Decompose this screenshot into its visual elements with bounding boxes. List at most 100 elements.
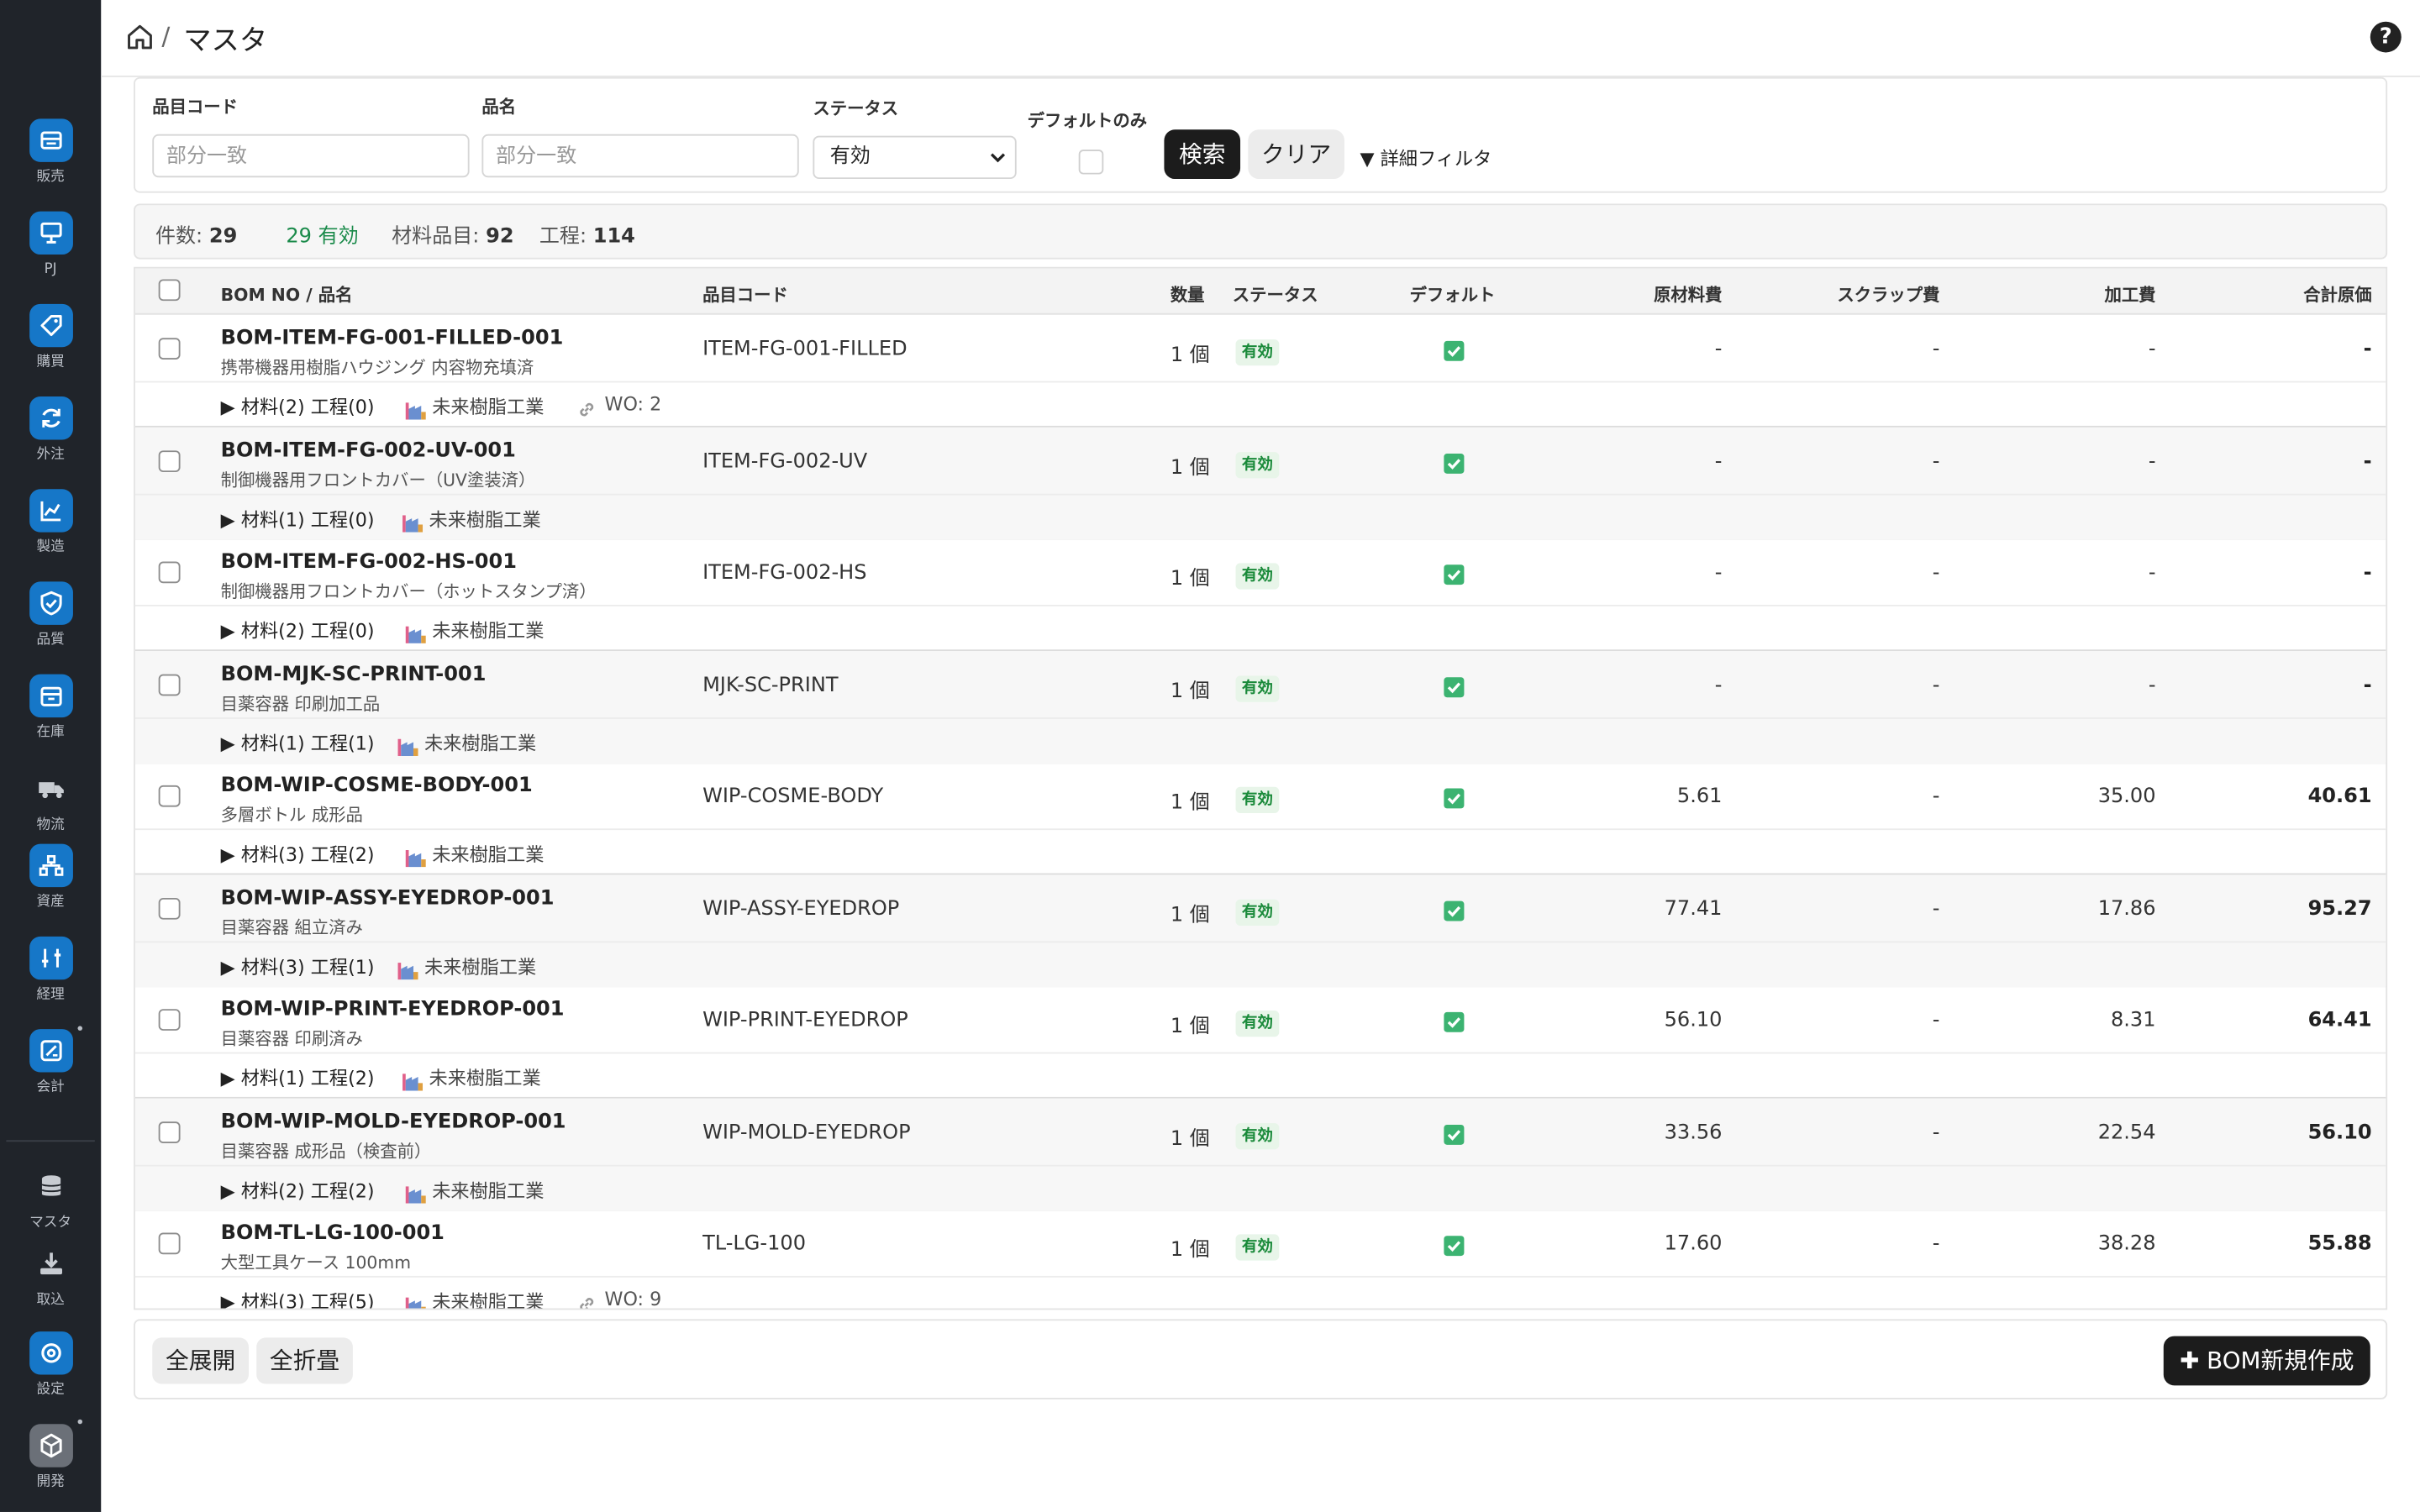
sidebar-item-3[interactable]: 外注: [0, 396, 101, 483]
truck-icon: [29, 767, 72, 810]
supplier-name: 未来樹脂工業: [432, 396, 544, 418]
page-title: マスタ: [183, 24, 268, 57]
sidebar-item-10[interactable]: 会計: [0, 1029, 101, 1116]
total-cost: -: [2363, 673, 2372, 697]
row-checkbox[interactable]: [158, 1009, 181, 1031]
row-detail: ▶ 材料(3) 工程(5) 未来樹脂工業 WO: 9: [134, 1275, 2386, 1310]
quantity: 1 個: [1170, 680, 1210, 703]
work-order-count[interactable]: WO: 2: [605, 393, 662, 415]
header: / マスタ ?: [101, 0, 2420, 77]
sidebar-item-label: 購買: [36, 354, 65, 370]
advanced-filter-toggle[interactable]: ▼ 詳細フィルタ: [1360, 145, 1491, 171]
sidebar-item-14[interactable]: 開発: [0, 1424, 101, 1510]
sidebar-item-4[interactable]: 製造: [0, 489, 101, 575]
table-row: BOM-TL-LG-100-001 大型工具ケース 100mm TL-LG-100 1…: [134, 1210, 2386, 1310]
bom-number[interactable]: BOM-WIP-COSME-BODY-001: [221, 774, 533, 798]
row-checkbox[interactable]: [158, 1121, 181, 1143]
row-expand-toggle[interactable]: ▶ 材料(3) 工程(5): [221, 1289, 375, 1308]
sidebar-item-11[interactable]: マスタ: [0, 1165, 101, 1252]
help-icon[interactable]: ?: [2370, 21, 2402, 53]
sidebar-item-0[interactable]: 販売: [0, 118, 101, 205]
col-scrap-cost[interactable]: スクラップ費: [1784, 282, 1939, 307]
row-checkbox[interactable]: [158, 897, 181, 919]
sidebar-item-label: 経理: [36, 987, 65, 1003]
item-code: WIP-MOLD-EYEDROP: [702, 1121, 911, 1144]
bom-number[interactable]: BOM-ITEM-FG-001-FILLED-001: [221, 327, 564, 350]
table-row: BOM-WIP-ASSY-EYEDROP-001 目薬容器 組立済み WIP-ASS…: [134, 874, 2386, 987]
material-cost: -: [1714, 449, 1723, 473]
total-cost: -: [2363, 338, 2372, 361]
row-checkbox[interactable]: [158, 449, 181, 472]
col-status[interactable]: ステータス: [1233, 282, 1318, 307]
col-qty[interactable]: 数量: [1171, 282, 1205, 307]
search-button[interactable]: 検索: [1164, 129, 1241, 180]
col-item-code[interactable]: 品目コード: [702, 282, 788, 307]
breadcrumb-separator: /: [161, 21, 171, 51]
sidebar-item-12[interactable]: 取込: [0, 1242, 101, 1329]
supplier-name: 未来樹脂工業: [432, 1291, 544, 1310]
col-bom-no[interactable]: BOM NO / 品名: [221, 282, 353, 307]
row-expand-toggle[interactable]: ▶ 材料(1) 工程(1): [221, 729, 375, 755]
factory-icon: [404, 620, 426, 643]
col-processing-cost[interactable]: 加工費: [2032, 282, 2155, 307]
row-checkbox[interactable]: [158, 673, 181, 696]
sidebar-item-1[interactable]: PJ: [0, 211, 101, 298]
select-all-checkbox[interactable]: [158, 279, 181, 302]
row-checkbox[interactable]: [158, 338, 181, 360]
work-order-count[interactable]: WO: 9: [605, 1289, 662, 1309]
sidebar-item-2[interactable]: 購買: [0, 303, 101, 391]
col-default[interactable]: デフォルト: [1410, 282, 1496, 307]
default-only-checkbox[interactable]: [1078, 150, 1104, 175]
status-badge: 有効: [1235, 675, 1280, 701]
sidebar-item-label: 品質: [36, 633, 65, 648]
row-checkbox[interactable]: [158, 1232, 181, 1255]
row-expand-toggle[interactable]: ▶ 材料(3) 工程(1): [221, 953, 375, 979]
processing-cost: 8.31: [2110, 1009, 2156, 1032]
link-icon: [576, 396, 597, 417]
clear-button[interactable]: クリア: [1248, 129, 1344, 180]
sidebar-item-label: 資産: [36, 895, 65, 911]
expand-all-button[interactable]: 全展開: [152, 1337, 249, 1384]
row-expand-toggle[interactable]: ▶ 材料(1) 工程(2): [221, 1064, 375, 1090]
sidebar-item-9[interactable]: 経理: [0, 936, 101, 1023]
sidebar-item-7[interactable]: 物流: [0, 767, 101, 853]
item-name: 多層ボトル 成形品: [220, 805, 363, 826]
collapse-all-button[interactable]: 全折畳: [256, 1337, 353, 1384]
item-name-input[interactable]: [481, 134, 799, 178]
bom-number[interactable]: BOM-WIP-ASSY-EYEDROP-001: [221, 886, 555, 910]
network-icon: [29, 843, 73, 888]
row-checkbox[interactable]: [158, 785, 181, 807]
row-checkbox[interactable]: [158, 561, 181, 584]
sidebar-item-8[interactable]: 資産: [0, 843, 101, 931]
bom-number[interactable]: BOM-ITEM-FG-002-UV-001: [221, 439, 516, 463]
bom-number[interactable]: BOM-TL-LG-100-001: [221, 1222, 445, 1246]
home-icon[interactable]: [126, 24, 154, 51]
row-expand-toggle[interactable]: ▶ 材料(3) 工程(2): [221, 841, 375, 867]
count-stat: 件数: 29: [155, 219, 237, 249]
bom-number[interactable]: BOM-MJK-SC-PRINT-001: [221, 663, 487, 686]
row-detail: ▶ 材料(2) 工程(2) 未来樹脂工業: [134, 1163, 2386, 1210]
row-expand-toggle[interactable]: ▶ 材料(2) 工程(2): [221, 1176, 375, 1202]
create-bom-button[interactable]: ✚ BOM新規作成: [2163, 1336, 2370, 1386]
col-material-cost[interactable]: 原材料費: [1597, 282, 1722, 307]
row-detail: ▶ 材料(3) 工程(2) 未来樹脂工業: [134, 828, 2386, 874]
status-select[interactable]: 有効: [813, 135, 1017, 180]
row-detail: ▶ 材料(2) 工程(0) 未来樹脂工業 WO: 2: [134, 381, 2386, 428]
bom-number[interactable]: BOM-WIP-PRINT-EYEDROP-001: [221, 998, 565, 1021]
supplier-name: 未来樹脂工業: [424, 732, 537, 754]
row-expand-toggle[interactable]: ▶ 材料(2) 工程(0): [221, 617, 375, 643]
col-total-cost[interactable]: 合計原価: [2248, 282, 2371, 307]
item-code: MJK-SC-PRINT: [702, 673, 839, 697]
sidebar-item-5[interactable]: 品質: [0, 581, 101, 668]
row-expand-toggle[interactable]: ▶ 材料(1) 工程(0): [221, 506, 375, 532]
stats-bar: 件数: 29 29 有効 材料品目: 92 工程: 114: [134, 203, 2388, 260]
supplier-name: 未来樹脂工業: [429, 1067, 541, 1089]
item-code-input[interactable]: [152, 134, 470, 178]
row-expand-toggle[interactable]: ▶ 材料(2) 工程(0): [221, 393, 375, 419]
total-cost: 64.41: [2307, 1009, 2372, 1032]
sidebar-item-13[interactable]: 設定: [0, 1331, 101, 1418]
bom-number[interactable]: BOM-ITEM-FG-002-HS-001: [221, 551, 517, 575]
sidebar-item-6[interactable]: 在庫: [0, 674, 101, 761]
bom-number[interactable]: BOM-WIP-MOLD-EYEDROP-001: [221, 1110, 566, 1134]
scrap-cost: -: [1932, 338, 1940, 361]
